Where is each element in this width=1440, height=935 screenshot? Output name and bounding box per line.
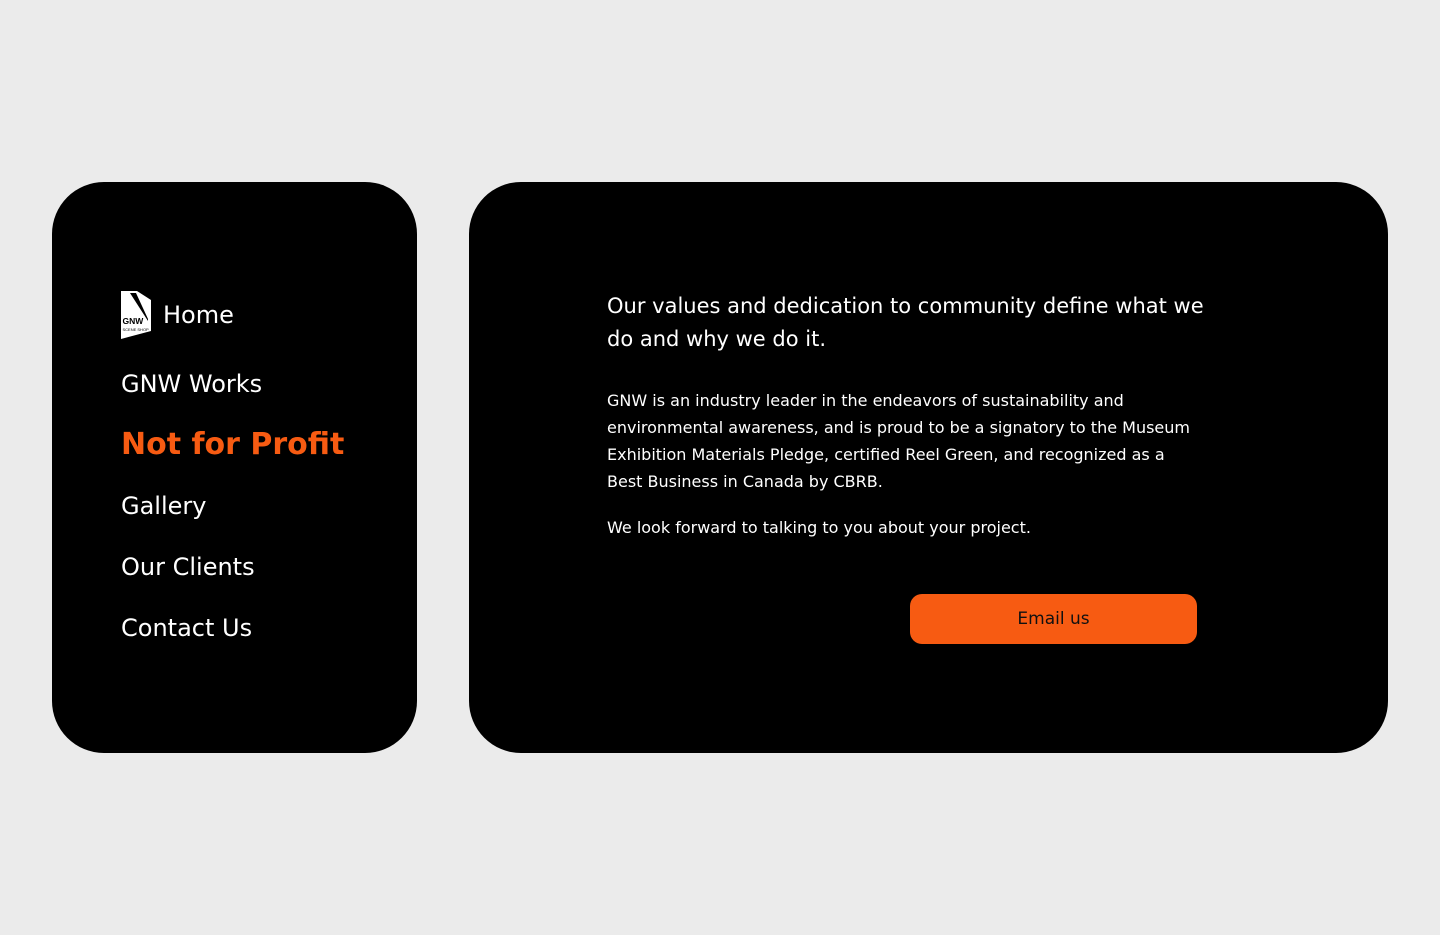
gnw-logo-icon: GNW SCENE SHOP (121, 291, 151, 339)
nav-item-our-clients[interactable]: Our Clients (121, 536, 344, 597)
navigation-panel: GNW SCENE SHOP Home GNW Works Not for Pr… (52, 182, 417, 753)
nav-item-gallery[interactable]: Gallery (121, 475, 344, 536)
svg-text:GNW: GNW (123, 316, 145, 326)
email-us-button[interactable]: Email us (910, 594, 1197, 644)
svg-text:SCENE SHOP: SCENE SHOP (123, 327, 150, 332)
nav-label-our-clients: Our Clients (121, 552, 255, 581)
nav-label-gnw-works: GNW Works (121, 369, 263, 398)
content-headline: Our values and dedication to community d… (607, 294, 1204, 351)
nav-label-gallery: Gallery (121, 491, 207, 520)
nav-list: GNW SCENE SHOP Home GNW Works Not for Pr… (121, 291, 344, 658)
nav-item-home[interactable]: GNW SCENE SHOP Home (121, 291, 344, 339)
nav-item-not-for-profit[interactable]: Not for Profit (121, 414, 344, 475)
nav-item-contact-us[interactable]: Contact Us (121, 597, 344, 658)
content-panel: Our values and dedication to community d… (469, 182, 1388, 753)
content-body: GNW is an industry leader in the endeavo… (607, 391, 1190, 491)
nav-label-home: Home (163, 301, 234, 329)
content-closing: We look forward to talking to you about … (607, 518, 1031, 537)
nav-item-gnw-works[interactable]: GNW Works (121, 353, 344, 414)
nav-label-not-for-profit: Not for Profit (121, 427, 345, 462)
nav-label-contact-us: Contact Us (121, 613, 253, 642)
